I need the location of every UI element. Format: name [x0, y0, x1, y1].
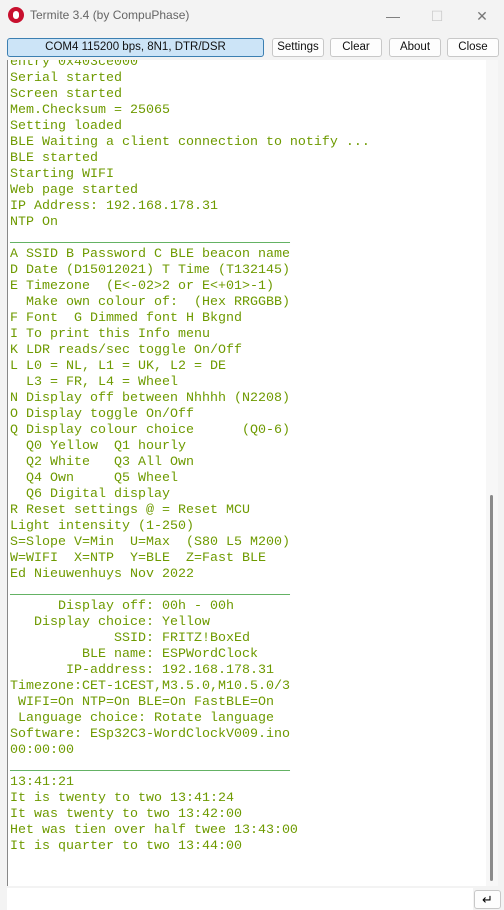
terminal-line: Setting loaded — [10, 119, 122, 134]
terminal-line: Make own colour of: (Hex RRGGBB) — [10, 295, 290, 310]
terminal-lines: entry 0x403ce000 Serial started Screen sta… — [10, 60, 370, 855]
close-button[interactable]: Close — [447, 38, 499, 57]
terminal-line: IP Address: 192.168.178.31 — [10, 199, 218, 214]
terminal-line: BLE started — [10, 151, 98, 166]
terminal-line: W=WIFI X=NTP Y=BLE Z=Fast BLE — [10, 551, 266, 566]
terminal-line: BLE Waiting a client connection to notif… — [10, 135, 370, 150]
terminal-line: entry 0x403ce000 — [10, 60, 138, 70]
termite-app-icon — [8, 7, 24, 23]
terminal-line: BLE name: ESPWordClock — [10, 647, 258, 662]
terminal-line: It is twenty to two 13:41:24 — [10, 791, 234, 806]
send-input[interactable] — [7, 888, 473, 910]
terminal-line: It was twenty to two 13:42:00 — [10, 807, 242, 822]
terminal-line: IP-address: 192.168.178.31 — [10, 663, 274, 678]
minimize-button[interactable]: — — [377, 4, 409, 28]
terminal-line: D Date (D15012021) T Time (T132145) — [10, 263, 290, 278]
terminal-line: Display choice: Yellow — [10, 615, 210, 630]
terminal-line: Starting WIFI — [10, 167, 114, 182]
terminal-line: Screen started — [10, 87, 122, 102]
vertical-scrollbar[interactable] — [486, 60, 498, 886]
terminal-line: S=Slope V=Min U=Max (S80 L5 M200) — [10, 535, 290, 550]
terminal-line: WIFI=On NTP=On BLE=On FastBLE=On — [10, 695, 274, 710]
terminal-line: Q2 White Q3 All Own — [10, 455, 194, 470]
window-title: Termite 3.4 (by CompuPhase) — [30, 8, 190, 22]
terminal-line: Web page started — [10, 183, 138, 198]
title-bar: Termite 3.4 (by CompuPhase) — ☐ ✕ — [0, 0, 504, 32]
terminal-line: SSID: FRITZ!BoxEd — [10, 631, 250, 646]
terminal-line: I To print this Info menu — [10, 327, 210, 342]
terminal-line: R Reset settings @ = Reset MCU — [10, 503, 250, 518]
clear-button[interactable]: Clear — [330, 38, 382, 57]
about-button[interactable]: About — [389, 38, 441, 57]
terminal-line: E Timezone (E<-02>2 or E<+01>-1) — [10, 279, 274, 294]
terminal-output[interactable]: entry 0x403ce000 Serial started Screen sta… — [7, 60, 498, 886]
scrollbar-thumb[interactable] — [490, 495, 493, 881]
terminal-line: Software: ESp32C3-WordClockV009.ino — [10, 727, 290, 742]
terminal-line: Ed Nieuwenhuys Nov 2022 — [10, 567, 194, 582]
close-window-button[interactable]: ✕ — [466, 4, 498, 28]
terminal-line: It is quarter to two 13:44:00 — [10, 839, 242, 854]
terminal-line: 13:41:21 — [10, 775, 74, 790]
port-status-button[interactable]: COM4 115200 bps, 8N1, DTR/DSR — [7, 38, 264, 57]
terminal-line: Serial started — [10, 71, 122, 86]
settings-button[interactable]: Settings — [272, 38, 324, 57]
terminal-line: Light intensity (1-250) — [10, 519, 194, 534]
terminal-line: Q0 Yellow Q1 hourly — [10, 439, 186, 454]
terminal-line: L3 = FR, L4 = Wheel — [10, 375, 178, 390]
terminal-line: Q6 Digital display — [10, 487, 170, 502]
terminal-line: NTP On — [10, 215, 58, 230]
terminal-line: K LDR reads/sec toggle On/Off — [10, 343, 242, 358]
separator-line: ___________________________________ — [10, 759, 290, 774]
terminal-line: Q Display colour choice (Q0-6) — [10, 423, 290, 438]
terminal-line: F Font G Dimmed font H Bkgnd — [10, 311, 242, 326]
terminal-line: Display off: 00h - 00h — [10, 599, 234, 614]
send-enter-icon[interactable]: ↵ — [474, 890, 501, 909]
separator-line: ___________________________________ — [10, 583, 290, 598]
terminal-line: O Display toggle On/Off — [10, 407, 194, 422]
terminal-line: N Display off between Nhhhh (N2208) — [10, 391, 290, 406]
maximize-button[interactable]: ☐ — [421, 4, 453, 28]
terminal-line: Timezone:CET-1CEST,M3.5.0,M10.5.0/3 — [10, 679, 290, 694]
terminal-line: 00:00:00 — [10, 743, 74, 758]
terminal-line: A SSID B Password C BLE beacon name — [10, 247, 290, 262]
terminal-line: Language choice: Rotate language — [10, 711, 274, 726]
terminal-line: L L0 = NL, L1 = UK, L2 = DE — [10, 359, 226, 374]
separator-line: ___________________________________ — [10, 231, 290, 246]
terminal-line: Het was tien over half twee 13:43:00 — [10, 823, 298, 838]
terminal-line: Q4 Own Q5 Wheel — [10, 471, 178, 486]
terminal-line: Mem.Checksum = 25065 — [10, 103, 170, 118]
